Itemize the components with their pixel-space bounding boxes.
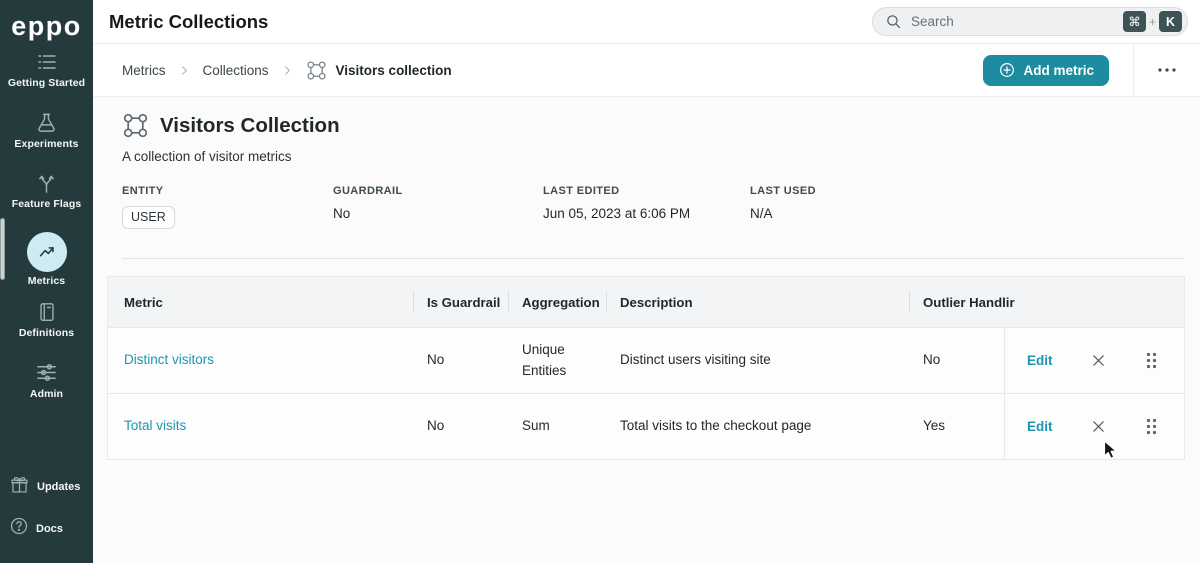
collection-detail: Visitors Collection A collection of visi… — [93, 97, 1200, 562]
cell-outlier-handling: No — [909, 350, 1004, 370]
meta-label: GUARDRAIL — [333, 185, 403, 197]
chart-icon — [35, 240, 59, 264]
cmd-key-badge: ⌘ — [1123, 11, 1146, 32]
sidebar-label: Updates — [37, 481, 80, 493]
table-row: Distinct visitors No Unique Entities Dis… — [108, 327, 1184, 393]
chevron-right-icon — [282, 65, 293, 76]
breadcrumb-current: Visitors collection — [306, 60, 452, 81]
more-options-button[interactable] — [1133, 44, 1200, 97]
metric-link[interactable]: Distinct visitors — [124, 352, 214, 367]
sidebar-item-feature-flags[interactable]: Feature Flags — [0, 171, 93, 211]
entity-badge: USER — [122, 206, 175, 229]
add-metric-label: Add metric — [1023, 63, 1094, 78]
breadcrumb-bar: Metrics Collections Visitors collection — [93, 44, 1200, 97]
sidebar-item-experiments[interactable]: Experiments — [0, 111, 93, 151]
app-root: eppo Getting Started — [0, 0, 1200, 563]
table-header-row: Metric Is Guardrail Aggregation Descript… — [108, 277, 1184, 327]
section-divider — [122, 258, 1184, 259]
remove-icon[interactable] — [1091, 353, 1106, 368]
cell-description: Distinct users visiting site — [606, 350, 909, 370]
sidebar-item-getting-started[interactable]: Getting Started — [0, 50, 93, 90]
gift-icon — [9, 474, 30, 500]
sidebar-label: Feature Flags — [12, 199, 82, 211]
search-input[interactable]: Search ⌘ + K — [872, 7, 1188, 36]
meta-last-edited: LAST EDITED Jun 05, 2023 at 6:06 PM — [543, 185, 690, 221]
sidebar-item-admin[interactable]: Admin — [0, 361, 93, 401]
meta-value: Jun 05, 2023 at 6:06 PM — [543, 206, 690, 221]
chevron-right-icon — [179, 65, 190, 76]
table-row: Total visits No Sum Total visits to the … — [108, 393, 1184, 459]
meta-label: LAST EDITED — [543, 185, 690, 197]
sidebar-item-definitions[interactable]: Definitions — [0, 300, 93, 340]
edit-button[interactable]: Edit — [1027, 353, 1053, 368]
sidebar-label: Admin — [30, 389, 63, 401]
column-header-is-guardrail: Is Guardrail — [413, 295, 508, 310]
plus-separator: + — [1149, 15, 1156, 29]
sidebar-nav: Getting Started Experiments — [0, 50, 93, 421]
question-icon — [9, 516, 29, 541]
sidebar-label: Experiments — [14, 139, 78, 151]
column-header-outlier-handling: Outlier Handlir — [909, 295, 1004, 310]
flask-icon — [35, 111, 59, 135]
cell-is-guardrail: No — [413, 416, 508, 436]
metrics-table: Metric Is Guardrail Aggregation Descript… — [107, 276, 1185, 460]
cell-aggregation: Sum — [508, 416, 606, 436]
drag-handle-icon[interactable] — [1145, 417, 1158, 436]
cell-is-guardrail: No — [413, 350, 508, 370]
collection-description: A collection of visitor metrics — [122, 149, 292, 164]
meta-value: N/A — [750, 206, 816, 221]
plus-circle-icon — [998, 61, 1016, 79]
remove-icon[interactable] — [1091, 419, 1106, 434]
breadcrumb-metrics[interactable]: Metrics — [122, 63, 166, 78]
eppo-logo[interactable]: eppo — [11, 6, 82, 46]
top-bar: Metric Collections Search ⌘ + K — [93, 0, 1200, 44]
sidebar-label: Definitions — [19, 328, 74, 340]
metric-link[interactable]: Total visits — [124, 418, 186, 433]
fork-icon — [35, 171, 59, 195]
cell-aggregation: Unique Entities — [508, 340, 606, 381]
book-icon — [35, 300, 59, 324]
meta-guardrail: GUARDRAIL No — [333, 185, 403, 221]
page-title: Metric Collections — [109, 11, 268, 33]
sidebar-footer: Updates Docs — [0, 474, 93, 557]
sidebar-item-docs[interactable]: Docs — [9, 516, 93, 541]
add-metric-button[interactable]: Add metric — [983, 55, 1109, 86]
column-header-description: Description — [606, 295, 909, 310]
sidebar-label: Metrics — [28, 276, 65, 288]
keyboard-shortcut: ⌘ + K — [1123, 11, 1182, 32]
meta-label: LAST USED — [750, 185, 816, 197]
collection-title: Visitors Collection — [160, 114, 340, 138]
meta-last-used: LAST USED N/A — [750, 185, 816, 221]
drag-handle-icon[interactable] — [1145, 351, 1158, 370]
sidebar: eppo Getting Started — [0, 0, 93, 563]
sidebar-item-updates[interactable]: Updates — [9, 474, 93, 500]
active-item-highlight — [27, 232, 67, 272]
meta-entity: ENTITY USER — [122, 185, 175, 229]
cell-outlier-handling: Yes — [909, 416, 1004, 436]
breadcrumb-collections[interactable]: Collections — [203, 63, 269, 78]
sliders-icon — [35, 361, 59, 385]
column-header-aggregation: Aggregation — [508, 295, 606, 310]
breadcrumb-current-label: Visitors collection — [336, 63, 452, 78]
sidebar-item-metrics[interactable]: Metrics — [0, 232, 93, 288]
cell-description: Total visits to the checkout page — [606, 416, 909, 436]
sidebar-scrollbar[interactable] — [0, 218, 5, 280]
ellipsis-icon — [1157, 67, 1177, 73]
edit-button[interactable]: Edit — [1027, 419, 1053, 434]
row-actions: Edit — [1004, 394, 1184, 459]
meta-value: No — [333, 206, 403, 221]
collection-icon — [122, 112, 149, 139]
main-area: Metric Collections Search ⌘ + K Metrics — [93, 0, 1200, 563]
collection-icon — [306, 60, 327, 81]
column-header-metric: Metric — [108, 295, 413, 310]
search-placeholder: Search — [911, 14, 1123, 29]
sidebar-label: Getting Started — [8, 78, 85, 90]
row-actions: Edit — [1004, 328, 1184, 393]
k-key-badge: K — [1159, 11, 1182, 32]
list-icon — [35, 50, 59, 74]
search-icon — [885, 13, 902, 30]
sidebar-label: Docs — [36, 523, 63, 535]
meta-label: ENTITY — [122, 185, 175, 197]
